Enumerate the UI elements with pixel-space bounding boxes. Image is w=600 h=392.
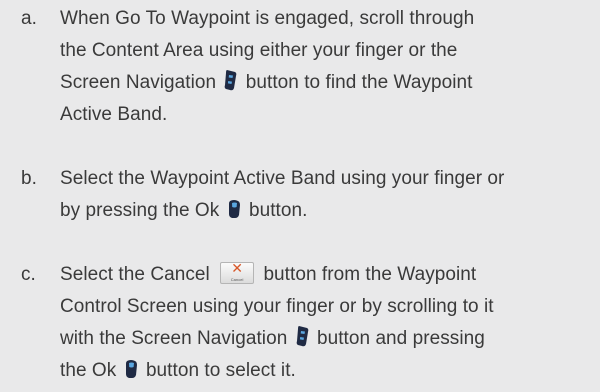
text-run: Control Screen using your finger or by s… <box>60 296 494 317</box>
ok-button-icon <box>125 359 138 379</box>
text-run: with the Screen Navigation <box>60 328 293 349</box>
step-letter: c. <box>21 264 36 285</box>
text-run: button to select it. <box>140 360 296 381</box>
text-run: the Content Area using either your finge… <box>60 40 458 61</box>
step-line: Screen Navigation button to find the Way… <box>60 67 590 99</box>
step-text: Select the Waypoint Active Band using yo… <box>60 163 590 227</box>
cancel-button-icon: ✕ Cancel <box>220 261 255 284</box>
step-letter: a. <box>21 8 37 29</box>
step-line: Control Screen using your finger or by s… <box>60 291 590 323</box>
step-text: Select the Cancel ✕ Cancel button from th… <box>60 259 590 387</box>
step-letter: b. <box>21 168 37 189</box>
text-run: by pressing the Ok <box>60 200 225 221</box>
step-text: When Go To Waypoint is engaged, scroll t… <box>60 3 590 131</box>
screen-navigation-button-icon <box>224 69 237 91</box>
text-run: Screen Navigation <box>60 72 222 93</box>
text-run: button and pressing <box>311 328 485 349</box>
step-line: Active Band. <box>60 99 590 131</box>
text-run: button from the Waypoint <box>258 264 477 285</box>
step-line: with the Screen Navigation button and pr… <box>60 323 590 355</box>
step-line: Select the Cancel ✕ Cancel button from th… <box>60 259 590 291</box>
cancel-caption: Cancel <box>230 277 244 282</box>
step-line: Select the Waypoint Active Band using yo… <box>60 163 590 195</box>
text-run: Select the Cancel <box>60 264 216 285</box>
step-line: When Go To Waypoint is engaged, scroll t… <box>60 3 590 35</box>
text-run: button to find the Waypoint <box>240 72 473 93</box>
ok-button-icon <box>228 199 241 219</box>
text-run: the Ok <box>60 360 122 381</box>
close-icon: ✕ <box>231 261 243 277</box>
screen-navigation-button-icon <box>296 325 309 347</box>
text-run: When Go To Waypoint is engaged, scroll t… <box>60 8 475 29</box>
step-line: by pressing the Ok button. <box>60 195 590 227</box>
step-line: the Ok button to select it. <box>60 355 590 387</box>
text-run: Select the Waypoint Active Band using yo… <box>60 168 505 189</box>
text-run: button. <box>243 200 308 221</box>
text-run: Active Band. <box>60 104 168 125</box>
step-line: the Content Area using either your finge… <box>60 35 590 67</box>
instruction-document: a. When Go To Waypoint is engaged, scrol… <box>0 0 600 392</box>
